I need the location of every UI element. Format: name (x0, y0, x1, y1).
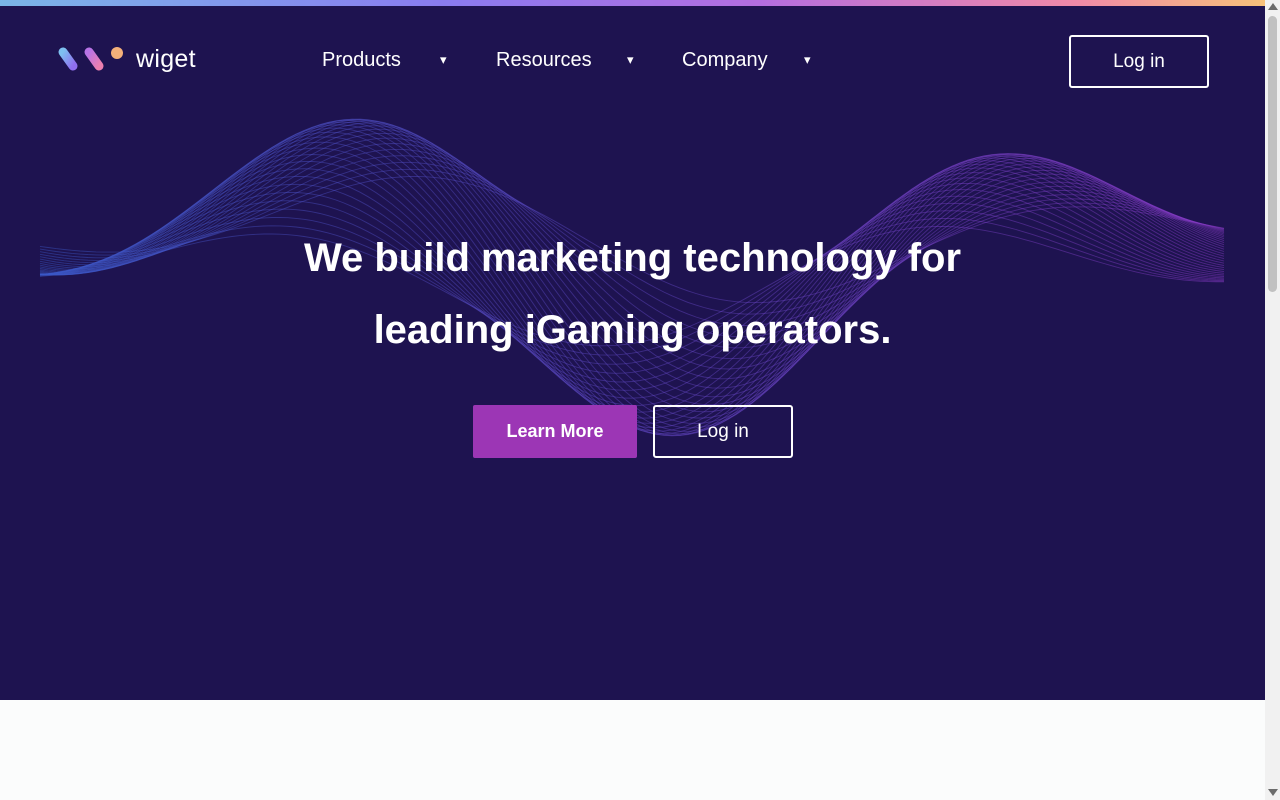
hero-headline-line-2: leading iGaming operators. (373, 308, 892, 352)
brand-name: wiget (136, 44, 196, 73)
vertical-scrollbar[interactable] (1265, 0, 1280, 800)
chevron-down-icon[interactable]: ▾ (627, 52, 634, 68)
scrollbar-thumb[interactable] (1268, 16, 1277, 292)
scroll-up-arrow-icon[interactable] (1268, 3, 1278, 10)
nav-products[interactable]: Products (322, 45, 401, 75)
hero-headline: We build marketing technology for leadin… (0, 222, 1265, 366)
header-login-button[interactable]: Log in (1069, 35, 1209, 88)
chevron-down-icon[interactable]: ▾ (440, 52, 447, 68)
nav-resources[interactable]: Resources (496, 45, 592, 75)
hero-login-button[interactable]: Log in (653, 405, 793, 458)
hero-headline-line-1: We build marketing technology for (303, 236, 962, 280)
chevron-down-icon[interactable]: ▾ (804, 52, 811, 68)
page: wiget Products ▾ Resources ▾ Company ▾ L… (0, 0, 1280, 800)
learn-more-button[interactable]: Learn More (473, 405, 637, 458)
wiget-logo-icon (58, 47, 123, 71)
scroll-down-arrow-icon[interactable] (1268, 789, 1278, 796)
brand-logo[interactable]: wiget (56, 42, 196, 76)
nav-company[interactable]: Company (682, 45, 768, 75)
content-section-start (0, 700, 1265, 800)
